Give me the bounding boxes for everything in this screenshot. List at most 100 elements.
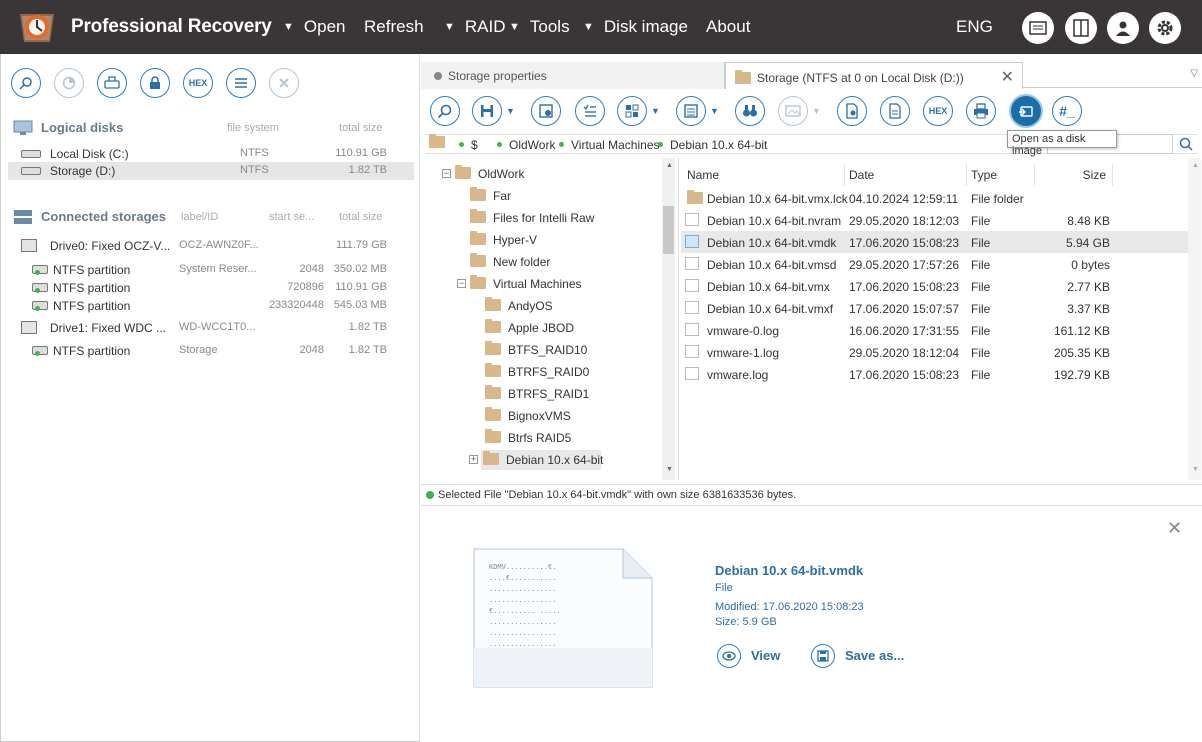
tree-item[interactable]: − Virtual Machines [421, 274, 659, 294]
preview-mode-button[interactable] [676, 96, 706, 126]
tree-item[interactable]: BTRFS_RAID0 [421, 362, 659, 382]
hex-button[interactable]: HEX [183, 68, 213, 98]
folder-icon [485, 363, 501, 377]
file-date: 17.06.2020 15:08:23 [849, 368, 960, 382]
menu-about[interactable]: About [706, 17, 750, 37]
tree-item[interactable]: Far [421, 186, 659, 206]
close-preview-icon[interactable]: ✕ [1167, 518, 1182, 539]
tree-item[interactable]: BTFS_RAID10 [421, 340, 659, 360]
logical-disk-row[interactable]: Local Disk (C:) NTFS 110.91 GB [8, 145, 414, 163]
view-mode-button[interactable] [617, 96, 647, 126]
scroll-thumb[interactable] [663, 206, 674, 254]
logical-disk-row[interactable]: Storage (D:) NTFS 1.82 TB [8, 162, 414, 180]
file-row[interactable]: Debian 10.x 64-bit.vmx 17.06.2020 15:08:2… [681, 275, 1197, 297]
open-disk-image-button[interactable] [1009, 94, 1043, 128]
dropdown-arrow-icon[interactable]: ▼ [710, 106, 719, 116]
tree-item[interactable]: + Debian 10.x 64-bit [469, 450, 603, 470]
drive-row[interactable]: Drive1: Fixed WDC ... WD-WCC1T0... 1.82 TB [8, 319, 414, 337]
tree-item[interactable]: BignoxVMS [421, 406, 659, 426]
language-selector[interactable]: ENG [956, 17, 993, 37]
dropdown-arrow-icon[interactable]: ▼ [812, 106, 821, 116]
file-row[interactable]: vmware-0.log 16.06.2020 17:31:55 File 161.1… [681, 319, 1197, 341]
checklist-button[interactable] [575, 96, 605, 126]
file-row[interactable]: Debian 10.x 64-bit.vmx.lck 04.10.2024 12:… [681, 187, 1197, 209]
lock-icon [150, 76, 160, 89]
tree-item[interactable]: Hyper-V [421, 230, 659, 250]
search-icon[interactable] [1179, 137, 1193, 151]
tree-scrollbar[interactable]: ▲ ▼ [662, 158, 675, 480]
tree-item[interactable]: Files for Intelli Raw [421, 208, 659, 228]
log-button[interactable] [1022, 12, 1054, 44]
print-button[interactable] [966, 96, 996, 126]
hash-button[interactable]: #_ [1052, 96, 1082, 126]
save-button[interactable] [472, 96, 502, 126]
partition-row[interactable]: NTFS partition 233320448 545.03 MB [8, 297, 414, 315]
file-row[interactable]: vmware.log 17.06.2020 15:08:23 File 192.79 … [681, 363, 1197, 385]
title-bar: Professional Recovery ▼ Open Refresh ▼ RAID ▼… [0, 0, 1202, 54]
tab-storage-properties[interactable]: Storage properties [421, 62, 725, 89]
account-button[interactable] [1107, 12, 1139, 44]
load-scan-button[interactable] [97, 68, 127, 98]
hex-view-button[interactable]: HEX [923, 96, 953, 126]
find-button[interactable] [430, 96, 460, 126]
tab-storage-ntfs[interactable]: Storage (NTFS at 0 on Local Disk (D:)) ✕ [725, 62, 1023, 89]
file-row[interactable]: Debian 10.x 64-bit.vmsd 29.05.2020 17:57:… [681, 253, 1197, 275]
tree-item[interactable]: New folder [421, 252, 659, 272]
panel-icon [1073, 19, 1089, 37]
file-row[interactable]: Debian 10.x 64-bit.vmxf 17.06.2020 15:07:… [681, 297, 1197, 319]
app-logo-icon [20, 14, 54, 42]
collapse-icon[interactable]: − [457, 279, 466, 288]
tree-item[interactable]: Btrfs RAID5 [421, 428, 659, 448]
col-name[interactable]: Name [681, 164, 845, 186]
partition-row[interactable]: NTFS partition 720896 110.91 GB [8, 279, 414, 297]
menu-disk-image[interactable]: ▼ Disk image [583, 17, 688, 37]
expand-icon[interactable]: + [469, 455, 478, 464]
file-row[interactable]: vmware-1.log 29.05.2020 18:12:04 File 205.3… [681, 341, 1197, 363]
panel-toggle-button[interactable] [1065, 12, 1097, 44]
file-row[interactable]: Debian 10.x 64-bit.vmdk 17.06.2020 15:08:… [681, 231, 1197, 253]
folder-icon [485, 319, 501, 333]
partition-row[interactable]: NTFS partition System Reser... 2048 350.02 … [8, 261, 414, 279]
disk-image-icon [1019, 106, 1033, 117]
drive-row[interactable]: Drive0: Fixed OCZ-V... OCZ-AWNZ0F... 111.7… [8, 237, 414, 255]
list-button[interactable] [226, 68, 256, 98]
tabs-menu-icon[interactable]: ▽ [1190, 68, 1198, 79]
collapse-icon[interactable]: − [442, 169, 451, 178]
tree-item[interactable]: BTRFS_RAID1 [421, 384, 659, 404]
hex-preview-line: ................ [489, 585, 557, 593]
menu-raid[interactable]: ▼ RAID [444, 17, 506, 37]
menu-label: Disk image [603, 17, 688, 36]
file-scrollbar[interactable]: ▲ ▼ [1188, 158, 1201, 480]
tree-item[interactable]: − OldWork [421, 164, 659, 184]
menu-open[interactable]: ▼ Open [283, 17, 345, 37]
menu-tools[interactable]: ▼ Tools [509, 17, 570, 37]
breadcrumb-item[interactable]: $ [459, 138, 478, 152]
menu-refresh[interactable]: Refresh [364, 17, 424, 37]
file-open-button[interactable] [880, 96, 910, 126]
image-view-button[interactable] [778, 96, 808, 126]
save-scan-button[interactable] [531, 96, 561, 126]
properties-button[interactable] [54, 68, 84, 98]
tree-item[interactable]: AndyOS [421, 296, 659, 316]
breadcrumb-label: $ [471, 138, 478, 152]
scan-file-button[interactable] [837, 96, 867, 126]
hex-preview-line: ................ [489, 596, 557, 604]
close-tab-icon[interactable]: ✕ [1001, 67, 1014, 87]
settings-button[interactable] [1149, 12, 1181, 44]
col-size[interactable]: Size [1035, 164, 1113, 186]
dropdown-arrow-icon[interactable]: ▼ [651, 106, 660, 116]
breadcrumb-item[interactable]: Debian 10.x 64-bit [658, 138, 767, 152]
find-binoculars-button[interactable] [735, 96, 765, 126]
col-date[interactable]: Date [845, 164, 967, 186]
breadcrumb-item[interactable]: OldWork [497, 138, 555, 152]
close-storage-button[interactable] [269, 68, 299, 98]
file-row[interactable]: Debian 10.x 64-bit.nvram 29.05.2020 18:12… [681, 209, 1197, 231]
partition-row[interactable]: NTFS partition Storage 2048 1.82 TB [8, 342, 414, 360]
col-type[interactable]: Type [967, 164, 1035, 186]
tree-item[interactable]: Apple JBOD [421, 318, 659, 338]
find-button[interactable] [11, 68, 41, 98]
storage-size: 545.03 MB [333, 299, 387, 311]
breadcrumb-item[interactable]: Virtual Machines [559, 138, 660, 152]
lock-button[interactable] [140, 68, 170, 98]
dropdown-arrow-icon[interactable]: ▼ [506, 106, 515, 116]
